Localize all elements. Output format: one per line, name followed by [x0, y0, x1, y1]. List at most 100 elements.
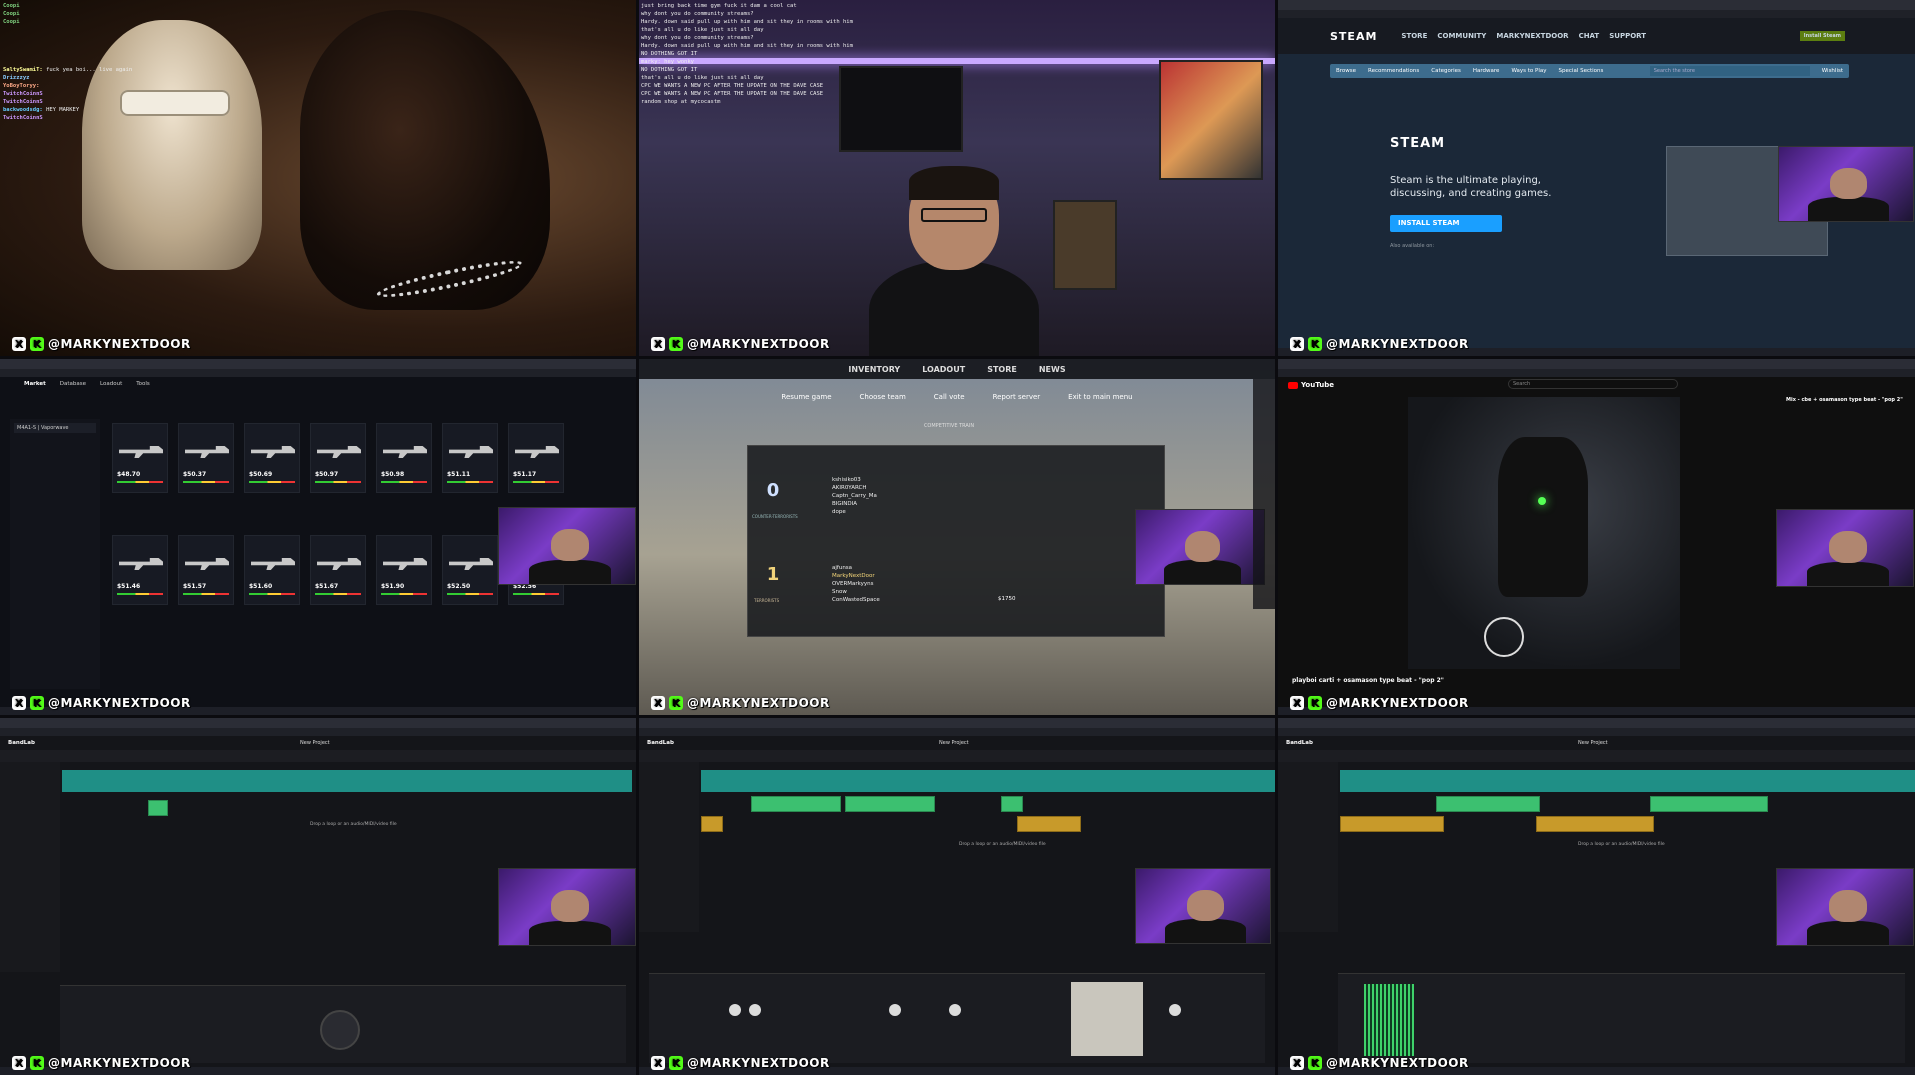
nav-loadout[interactable]: LOADOUT: [922, 365, 965, 374]
ct-player-row[interactable]: kshisiko03: [832, 476, 1152, 484]
audio-track[interactable]: [62, 770, 632, 792]
float-bar: [315, 593, 361, 595]
x-icon: X: [651, 337, 665, 351]
t-player-row[interactable]: MarkyNextDoor: [832, 572, 1152, 580]
choose-team-button[interactable]: Choose team: [860, 393, 906, 413]
listing-card[interactable]: $51.46: [112, 535, 168, 605]
search-input[interactable]: M4A1-S | Vaporwave: [14, 423, 96, 433]
t-player-row[interactable]: Snow: [832, 588, 1152, 596]
listing-card[interactable]: $51.60: [244, 535, 300, 605]
browser-url-bar[interactable]: [639, 728, 1275, 736]
nav-support[interactable]: SUPPORT: [1609, 32, 1646, 40]
browser-url-bar[interactable]: [0, 369, 636, 377]
wishlist-link[interactable]: Wishlist: [1822, 68, 1843, 74]
video-player[interactable]: [1408, 397, 1680, 669]
subnav-categories[interactable]: Categories: [1431, 68, 1461, 74]
ct-player-row[interactable]: dope: [832, 508, 1152, 516]
listing-card[interactable]: $50.98: [376, 423, 432, 493]
youtube-logo[interactable]: YouTube: [1288, 381, 1334, 389]
fx-knob[interactable]: [729, 1004, 741, 1016]
fx-knob[interactable]: [949, 1004, 961, 1016]
nav-inventory[interactable]: INVENTORY: [848, 365, 900, 374]
nav-profile[interactable]: MARKYNEXTDOOR: [1496, 32, 1568, 40]
graphic-eq[interactable]: [1071, 982, 1143, 1056]
waveform-display[interactable]: [1364, 984, 1414, 1056]
t-player-row[interactable]: ConWastedSpace: [832, 596, 1152, 604]
nav-community[interactable]: COMMUNITY: [1437, 32, 1486, 40]
listing-card[interactable]: $52.50: [442, 535, 498, 605]
tab-tools[interactable]: Tools: [136, 381, 150, 387]
audio-clip[interactable]: [1017, 816, 1081, 832]
logo-projection: [1484, 617, 1524, 657]
exit-main-menu-button[interactable]: Exit to main menu: [1068, 393, 1132, 413]
listing-card[interactable]: $51.17: [508, 423, 564, 493]
listing-card[interactable]: $51.11: [442, 423, 498, 493]
listing-card[interactable]: $51.67: [310, 535, 366, 605]
audio-clip[interactable]: [701, 816, 723, 832]
search-input[interactable]: Search: [1508, 379, 1678, 389]
nav-store[interactable]: STORE: [987, 365, 1017, 374]
midi-clip[interactable]: [845, 796, 935, 812]
midi-clip[interactable]: [1650, 796, 1768, 812]
install-steam-top-button[interactable]: Install Steam: [1799, 31, 1845, 41]
transport-bar: [639, 750, 1275, 762]
midi-clip[interactable]: [1001, 796, 1023, 812]
x-icon: X: [12, 1056, 26, 1070]
float-bar: [381, 481, 427, 483]
tab-loadout[interactable]: Loadout: [100, 381, 122, 387]
rifle-icon: [185, 446, 229, 458]
subnav-special-sections[interactable]: Special Sections: [1559, 68, 1604, 74]
t-player-row[interactable]: ajfunsa: [832, 564, 1152, 572]
resume-game-button[interactable]: Resume game: [781, 393, 831, 413]
ct-player-row[interactable]: Captn_Carry_Ma: [832, 492, 1152, 500]
audio-clip[interactable]: [1536, 816, 1654, 832]
midi-clip[interactable]: [1436, 796, 1540, 812]
app-logo[interactable]: BandLab: [1286, 740, 1313, 746]
fx-knob[interactable]: [1169, 1004, 1181, 1016]
app-logo[interactable]: BandLab: [647, 740, 674, 746]
steam-logo[interactable]: STEAM: [1330, 30, 1377, 43]
install-steam-button[interactable]: INSTALL STEAM: [1390, 215, 1502, 232]
store-search-input[interactable]: Search the store: [1649, 66, 1810, 76]
mix-title[interactable]: Mix - cbe + osamason type beat - "pop 2": [1786, 397, 1911, 403]
subnav-ways-to-play[interactable]: Ways to Play: [1511, 68, 1546, 74]
browser-tabs: [1278, 0, 1915, 10]
ct-player-row[interactable]: AKIR0YARCH: [832, 484, 1152, 492]
steam-header: STEAM STORE COMMUNITY MARKYNEXTDOOR CHAT…: [1278, 18, 1915, 54]
rifle-icon: [317, 558, 361, 570]
browser-tabs: [1278, 359, 1915, 369]
listing-card[interactable]: $48.70: [112, 423, 168, 493]
nav-news[interactable]: NEWS: [1039, 365, 1066, 374]
t-player-row[interactable]: OVERMarkyyns: [832, 580, 1152, 588]
listing-card[interactable]: $50.37: [178, 423, 234, 493]
call-vote-button[interactable]: Call vote: [934, 393, 965, 413]
listing-card[interactable]: $51.90: [376, 535, 432, 605]
browser-url-bar[interactable]: [1278, 10, 1915, 18]
subnav-recommendations[interactable]: Recommendations: [1368, 68, 1419, 74]
fx-knob[interactable]: [749, 1004, 761, 1016]
listing-card[interactable]: $50.69: [244, 423, 300, 493]
tab-database[interactable]: Database: [60, 381, 86, 387]
app-logo[interactable]: BandLab: [8, 740, 35, 746]
listing-card[interactable]: $50.97: [310, 423, 366, 493]
audio-track[interactable]: [1340, 770, 1915, 792]
audio-track[interactable]: [701, 770, 1275, 792]
subnav-hardware[interactable]: Hardware: [1473, 68, 1500, 74]
nav-chat[interactable]: CHAT: [1579, 32, 1600, 40]
browser-url-bar[interactable]: [0, 728, 636, 736]
midi-clip[interactable]: [148, 800, 168, 816]
main-knob[interactable]: [320, 1010, 360, 1050]
browser-url-bar[interactable]: [1278, 728, 1915, 736]
tab-market[interactable]: Market: [24, 381, 46, 387]
report-server-button[interactable]: Report server: [993, 393, 1041, 413]
tile-skin-market: Market Database Loadout Tools M4A1-S | V…: [0, 359, 636, 715]
listing-card[interactable]: $51.57: [178, 535, 234, 605]
midi-clip[interactable]: [751, 796, 841, 812]
ct-player-row[interactable]: BIGINDIA: [832, 500, 1152, 508]
subnav-browse[interactable]: Browse: [1336, 68, 1356, 74]
fx-knob[interactable]: [889, 1004, 901, 1016]
nav-store[interactable]: STORE: [1401, 32, 1427, 40]
watermark: X K @MARKYNEXTDOOR: [1290, 695, 1469, 711]
audio-clip[interactable]: [1340, 816, 1444, 832]
browser-url-bar[interactable]: [1278, 369, 1915, 377]
